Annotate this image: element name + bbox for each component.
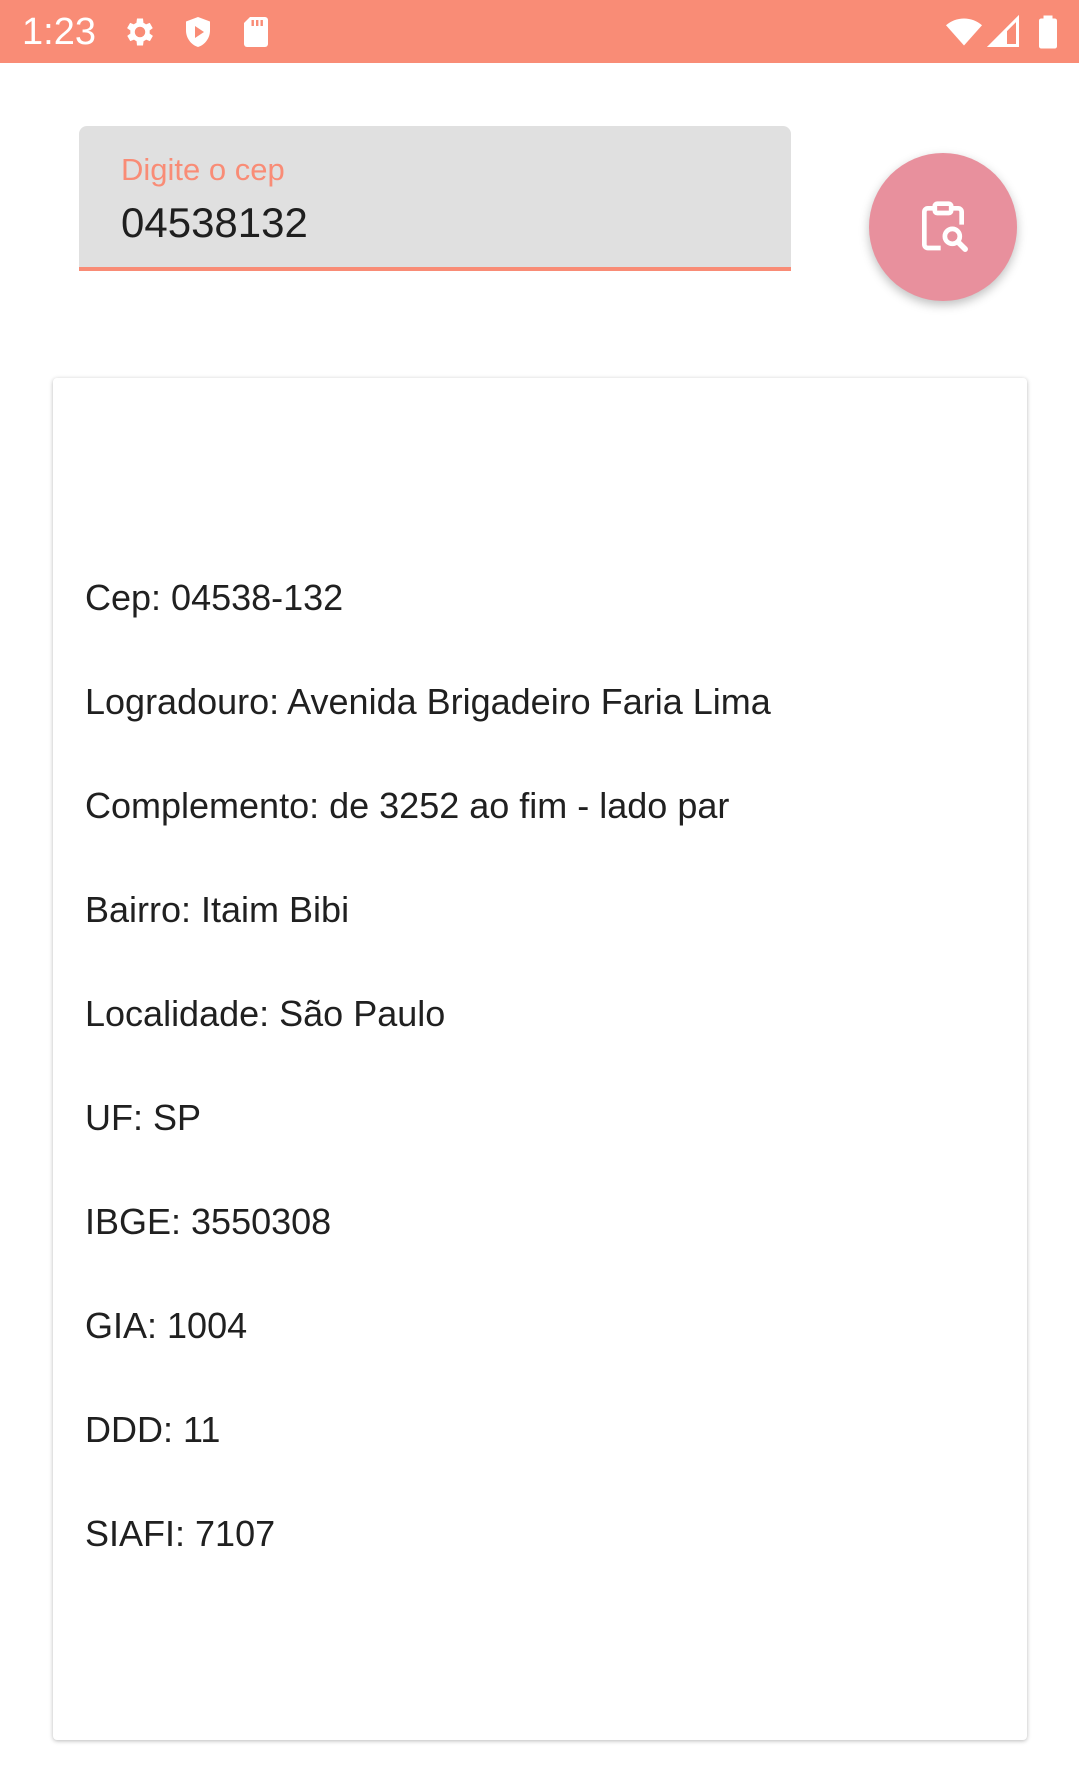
result-siafi: SIAFI: 7107	[85, 1513, 276, 1554]
result-logradouro: Logradouro: Avenida Brigadeiro Faria Lim…	[85, 681, 771, 722]
clipboard-search-icon	[922, 201, 968, 252]
result-cep: Cep: 04538-132	[85, 577, 344, 618]
battery-icon	[1034, 14, 1062, 50]
result-complemento: Complemento: de 3252 ao fim - lado par	[85, 785, 730, 826]
result-ddd: DDD: 11	[85, 1409, 221, 1450]
result-bairro: Bairro: Itaim Bibi	[85, 889, 350, 930]
result-uf: UF: SP	[85, 1097, 202, 1138]
sd-card-icon	[238, 14, 274, 50]
cep-field-label: Digite o cep	[121, 152, 285, 187]
result-ibge: IBGE: 3550308	[85, 1201, 332, 1242]
status-time: 1:23	[22, 11, 96, 53]
cep-input[interactable]	[121, 194, 741, 252]
shield-play-icon	[180, 14, 216, 50]
status-bar: 1:23	[0, 0, 1079, 63]
address-result-card: Cep: 04538-132 Logradouro: Avenida Briga…	[53, 378, 1027, 1740]
wifi-icon	[944, 14, 984, 50]
result-localidade: Localidade: São Paulo	[85, 993, 446, 1034]
signal-icon	[986, 14, 1022, 50]
search-cep-button[interactable]	[869, 153, 1017, 301]
gear-icon	[122, 14, 158, 50]
cep-field-underline	[79, 267, 791, 271]
result-gia: GIA: 1004	[85, 1305, 248, 1346]
cep-field[interactable]: Digite o cep	[79, 126, 791, 271]
